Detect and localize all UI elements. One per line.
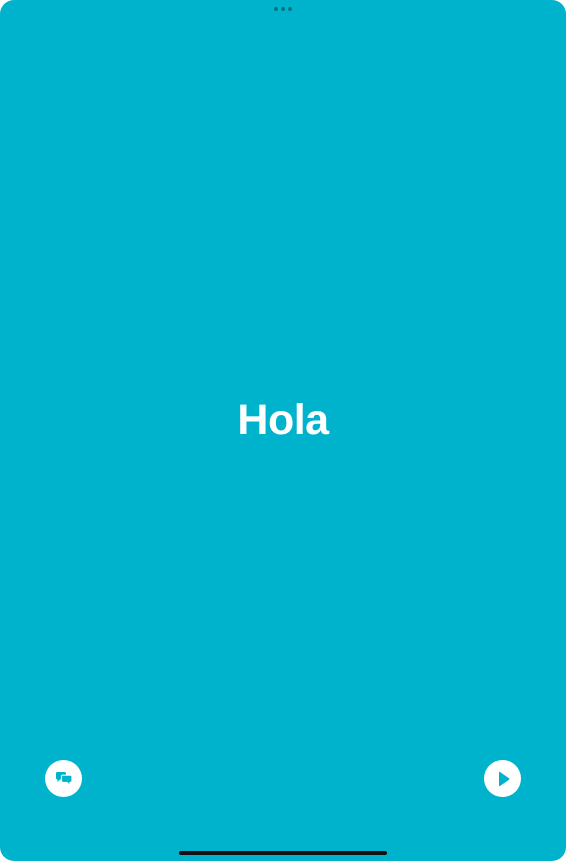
handle-dot	[288, 7, 292, 11]
handle-dot	[274, 7, 278, 11]
chat-bubbles-icon	[55, 771, 73, 787]
handle-dot	[281, 7, 285, 11]
play-icon	[498, 771, 509, 786]
home-indicator[interactable]	[179, 851, 387, 855]
play-button[interactable]	[484, 760, 521, 797]
card-word: Hola	[237, 396, 329, 444]
conversation-button[interactable]	[45, 760, 82, 797]
window-drag-handle[interactable]	[274, 7, 292, 11]
app-screen: Hola	[0, 0, 566, 861]
